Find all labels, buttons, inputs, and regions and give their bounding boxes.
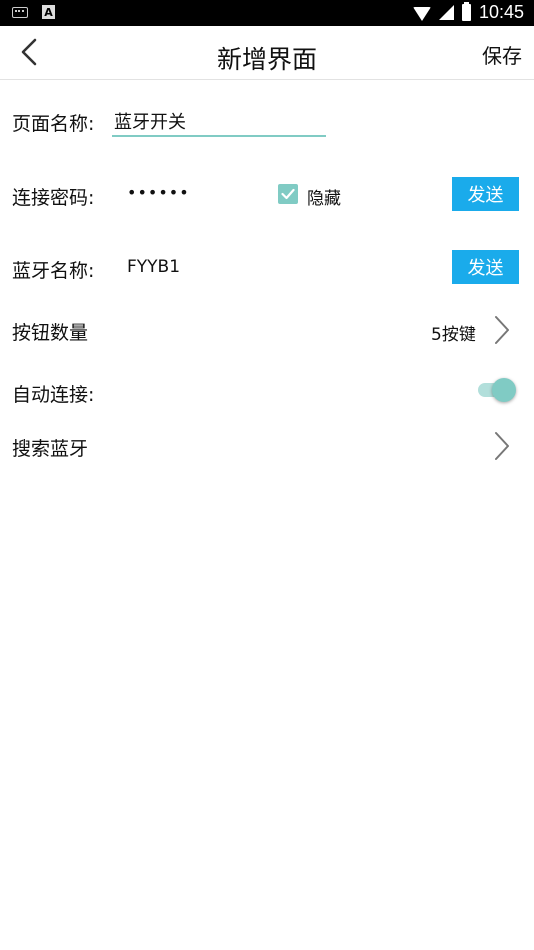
send-password-button[interactable]: 发送 <box>452 177 519 211</box>
button-count-value: 5按键 <box>431 325 476 345</box>
status-bar: A 10:45 <box>0 0 534 26</box>
page-name-label: 页面名称: <box>12 113 95 135</box>
chevron-right-icon <box>490 429 514 463</box>
bt-name-label: 蓝牙名称: <box>12 260 95 282</box>
search-bt-label: 搜索蓝牙 <box>12 438 89 460</box>
password-value[interactable]: •••••• <box>127 183 190 202</box>
page-name-input[interactable] <box>112 107 326 137</box>
title-bar: 新增界面 保存 <box>0 26 534 80</box>
auto-connect-toggle[interactable] <box>474 376 518 406</box>
password-label: 连接密码: <box>12 187 95 209</box>
page-title: 新增界面 <box>216 45 317 74</box>
toggle-thumb <box>492 378 516 402</box>
status-bar-right: 10:45 <box>412 2 524 23</box>
keyboard-icon <box>12 6 28 18</box>
bt-name-value[interactable]: FYYB1 <box>127 257 180 277</box>
hide-password-checkbox[interactable] <box>278 184 298 204</box>
a-notification-icon: A <box>42 5 55 19</box>
send-bt-name-button[interactable]: 发送 <box>452 250 519 284</box>
button-count-label: 按钮数量 <box>12 322 89 344</box>
hide-password-label: 隐藏 <box>307 189 341 209</box>
battery-icon <box>461 2 471 21</box>
app-screen: A 10:45 新增界面 保存 页面名称: 连接密码: •••••• 隐藏 发送… <box>0 0 534 950</box>
save-button[interactable]: 保存 <box>482 40 522 69</box>
chevron-right-icon <box>490 313 514 347</box>
status-time: 10:45 <box>478 2 524 22</box>
status-bar-left: A <box>12 5 55 19</box>
wifi-icon <box>412 6 431 21</box>
checkmark-icon <box>281 188 295 200</box>
signal-icon <box>438 5 454 20</box>
auto-connect-label: 自动连接: <box>12 384 95 406</box>
